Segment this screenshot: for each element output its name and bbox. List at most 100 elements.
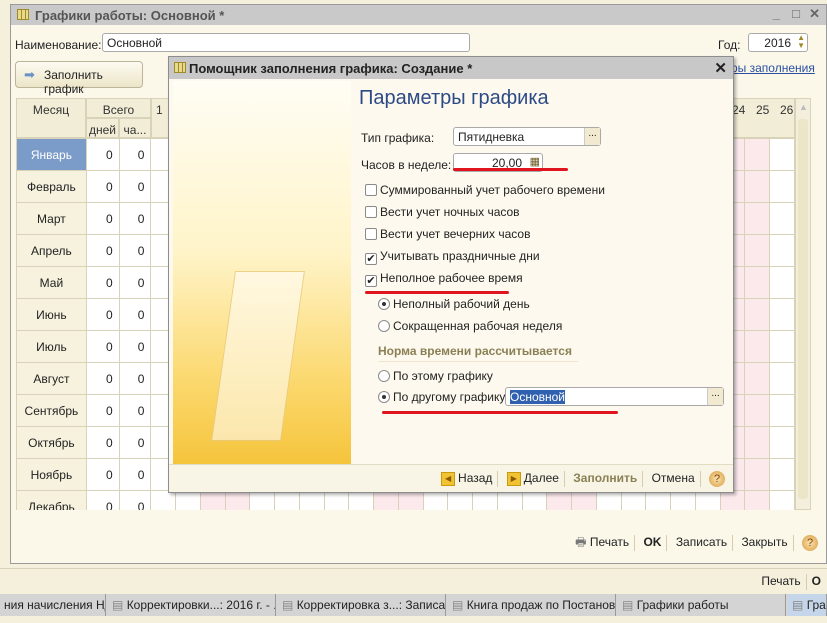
- help-icon[interactable]: ?: [709, 471, 725, 487]
- month-cell[interactable]: Апрель: [16, 234, 87, 267]
- day-cell[interactable]: [744, 458, 771, 491]
- days-cell[interactable]: 0: [85, 138, 120, 171]
- hours-cell[interactable]: 0: [118, 394, 152, 427]
- radio-item[interactable]: Неполный рабочий день: [378, 297, 562, 319]
- checkbox[interactable]: [365, 228, 377, 240]
- day-cell[interactable]: [447, 490, 474, 510]
- day-cell[interactable]: [298, 490, 325, 510]
- day-cell[interactable]: [769, 426, 795, 459]
- radio[interactable]: [378, 320, 390, 332]
- day-cell[interactable]: [769, 362, 795, 395]
- days-cell[interactable]: 0: [85, 330, 120, 363]
- day-cell[interactable]: [274, 490, 300, 510]
- taskbar-item[interactable]: ▤ Корректировки...: 2016 г. - ...: [108, 594, 276, 616]
- day-cell[interactable]: [744, 170, 771, 203]
- checkbox-item[interactable]: ✔ Учитывать праздничные дни: [365, 249, 605, 271]
- day-cell[interactable]: [719, 490, 746, 510]
- month-cell[interactable]: Май: [16, 266, 87, 299]
- day-cell[interactable]: [224, 490, 251, 510]
- day-cell[interactable]: [199, 490, 226, 510]
- maximize-button[interactable]: □: [792, 6, 800, 21]
- print-button[interactable]: Печать: [590, 535, 629, 549]
- ok-button[interactable]: OK: [643, 535, 661, 549]
- day-cell[interactable]: [769, 490, 795, 510]
- scrollbar[interactable]: ▲: [795, 98, 811, 510]
- checkbox[interactable]: [365, 206, 377, 218]
- spinner-icon[interactable]: ▲ ▼: [797, 34, 805, 50]
- checkbox[interactable]: [365, 184, 377, 196]
- month-cell[interactable]: Ноябрь: [16, 458, 87, 491]
- day-cell[interactable]: [472, 490, 498, 510]
- day-cell[interactable]: [744, 362, 771, 395]
- schedule-type-input[interactable]: Пятидневка...: [453, 127, 601, 146]
- day-cell[interactable]: [769, 266, 795, 299]
- month-cell[interactable]: Сентябрь: [16, 394, 87, 427]
- day-cell[interactable]: [249, 490, 276, 510]
- day-cell[interactable]: [744, 394, 771, 427]
- next-button[interactable]: ▶ Далее: [506, 471, 559, 486]
- day-cell[interactable]: [422, 490, 449, 510]
- radio[interactable]: [378, 391, 390, 403]
- days-cell[interactable]: 0: [85, 266, 120, 299]
- other-schedule-input[interactable]: Основной...: [505, 387, 724, 406]
- day-cell[interactable]: [397, 490, 424, 510]
- day-cell[interactable]: [744, 266, 771, 299]
- day-cell[interactable]: [769, 170, 795, 203]
- back-button[interactable]: ◀ Назад: [441, 471, 492, 486]
- select-button[interactable]: ...: [584, 128, 600, 145]
- day-cell[interactable]: [769, 202, 795, 235]
- day-cell[interactable]: [620, 490, 647, 510]
- table-row[interactable]: Декабрь 0 0: [16, 490, 795, 510]
- day-cell[interactable]: [348, 490, 375, 510]
- fill-button[interactable]: Заполнить: [573, 471, 637, 485]
- days-cell[interactable]: 0: [85, 362, 120, 395]
- checkbox-item[interactable]: Суммированный учет рабочего времени: [365, 183, 605, 205]
- taskbar-item[interactable]: ▤ Гра: [788, 594, 827, 616]
- hours-cell[interactable]: 0: [118, 298, 152, 331]
- month-cell[interactable]: Июль: [16, 330, 87, 363]
- month-cell[interactable]: Декабрь: [16, 490, 87, 510]
- help-icon[interactable]: ?: [802, 534, 818, 551]
- day-cell[interactable]: [769, 394, 795, 427]
- fill-schedule-button[interactable]: ➡ Заполнить график: [15, 61, 143, 96]
- month-cell[interactable]: Март: [16, 202, 87, 235]
- days-cell[interactable]: 0: [85, 234, 120, 267]
- days-cell[interactable]: 0: [85, 490, 120, 510]
- days-cell[interactable]: 0: [85, 394, 120, 427]
- day-cell[interactable]: [744, 234, 771, 267]
- day-cell[interactable]: [571, 490, 597, 510]
- taskbar-item[interactable]: ▤ Корректировка з...: Записан: [278, 594, 446, 616]
- month-cell[interactable]: Октябрь: [16, 426, 87, 459]
- day-cell[interactable]: [744, 298, 771, 331]
- day-cell[interactable]: [744, 202, 771, 235]
- days-cell[interactable]: 0: [85, 202, 120, 235]
- hours-cell[interactable]: 0: [118, 362, 152, 395]
- close-dialog-button[interactable]: ✕: [714, 59, 727, 77]
- day-cell[interactable]: [744, 138, 771, 171]
- days-cell[interactable]: 0: [85, 426, 120, 459]
- taskbar-item[interactable]: ▤ Графики работы: [618, 594, 786, 616]
- day-cell[interactable]: [769, 458, 795, 491]
- checkbox-item[interactable]: Вести учет ночных часов: [365, 205, 605, 227]
- norm-radio-other[interactable]: По другому графику:: [378, 390, 509, 404]
- day-cell[interactable]: [175, 490, 201, 510]
- checkbox-item[interactable]: ✔ Неполное рабочее время: [365, 271, 605, 293]
- scroll-thumb[interactable]: [798, 119, 808, 499]
- days-cell[interactable]: 0: [85, 298, 120, 331]
- radio[interactable]: [378, 298, 390, 310]
- day-cell[interactable]: [744, 330, 771, 363]
- outer-print-button[interactable]: Печать: [761, 574, 800, 588]
- checkbox-item[interactable]: Вести учет вечерних часов: [365, 227, 605, 249]
- day-cell[interactable]: [595, 490, 622, 510]
- day-cell[interactable]: [645, 490, 672, 510]
- hours-cell[interactable]: 0: [118, 426, 152, 459]
- day-cell[interactable]: [150, 490, 177, 510]
- select-button[interactable]: ...: [707, 388, 723, 405]
- name-input[interactable]: Основной: [102, 33, 470, 52]
- day-cell[interactable]: [744, 426, 771, 459]
- close-button[interactable]: Закрыть: [741, 535, 787, 549]
- radio[interactable]: [378, 370, 390, 382]
- fill-params-link[interactable]: ры заполнения: [731, 61, 815, 75]
- hours-cell[interactable]: 0: [118, 234, 152, 267]
- hours-cell[interactable]: 0: [118, 202, 152, 235]
